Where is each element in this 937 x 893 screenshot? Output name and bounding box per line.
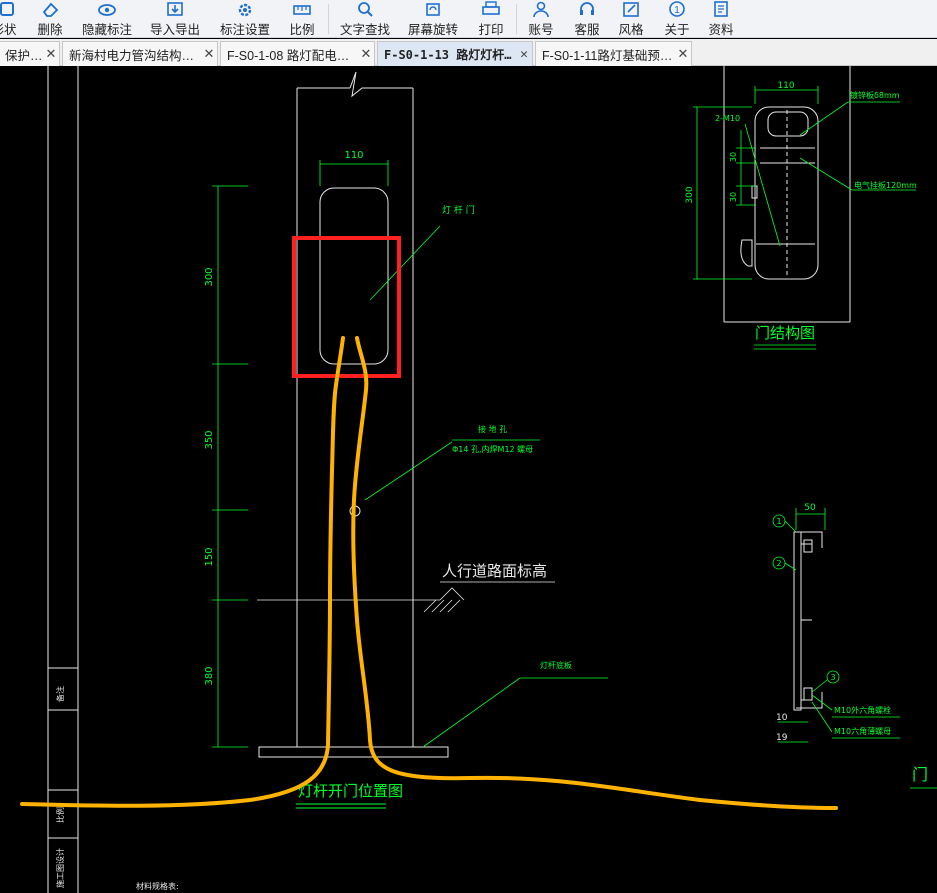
door-detail-text: 110 300 2-M10 30 30 镀锌板δ8mm 电气挂板120mm 门结…: [685, 81, 917, 342]
svg-text:接 地 孔: 接 地 孔: [478, 424, 507, 434]
door-detail-dimensions: [693, 86, 916, 350]
eraser-icon: [41, 0, 59, 17]
customer-service-button[interactable]: 客服: [572, 0, 602, 38]
svg-text:备注: 备注: [55, 686, 65, 702]
sidewalk-elevation-label: 人行道路面标高: [442, 562, 547, 580]
user-icon: [532, 0, 550, 17]
svg-text:3: 3: [830, 673, 835, 682]
svg-text:镀锌板δ8mm: 镀锌板δ8mm: [850, 90, 900, 100]
marker-stroke-right: [351, 336, 838, 810]
about-button[interactable]: 1 关于: [662, 0, 692, 38]
import-export-button[interactable]: 导入导出: [150, 0, 200, 38]
docs-icon: [712, 0, 730, 17]
info-icon: 1: [668, 0, 686, 17]
close-icon[interactable]: ✕: [43, 46, 59, 62]
drawing-canvas[interactable]: 备注 比例 施工图设计 110 300 350 150 380 灯 杆 门 接 …: [0, 66, 937, 893]
door-section-detail: [793, 531, 823, 711]
svg-text:门: 门: [912, 765, 928, 784]
svg-text:1: 1: [674, 5, 680, 16]
account-button[interactable]: 账号: [526, 0, 556, 38]
tab-lamp-pole[interactable]: F-S0-1-13 路灯灯杆… ✕: [377, 41, 533, 66]
close-icon[interactable]: ✕: [201, 46, 217, 62]
svg-text:2: 2: [776, 559, 781, 568]
tab-protection[interactable]: 保护… ✕: [0, 41, 60, 66]
text-search-button[interactable]: 文字查找: [340, 0, 390, 38]
svg-text:300: 300: [685, 186, 695, 203]
svg-text:110: 110: [344, 150, 363, 161]
svg-text:2-M10: 2-M10: [715, 114, 740, 123]
delete-button[interactable]: 删除: [36, 0, 64, 38]
svg-text:350: 350: [204, 430, 215, 449]
tab-trench-structure[interactable]: 新海村电力管沟结构… ✕: [62, 41, 218, 66]
main-dimensions: [212, 160, 608, 748]
close-icon[interactable]: ✕: [358, 46, 374, 62]
toolbar-separator: [516, 4, 517, 34]
svg-text:Φ14 孔,内焊M12 螺母: Φ14 孔,内焊M12 螺母: [452, 444, 533, 454]
svg-text:1: 1: [776, 517, 781, 526]
text-search-icon: [356, 0, 374, 17]
highlight-box: [292, 236, 401, 378]
scale-button[interactable]: 比例: [288, 0, 316, 38]
printer-icon: [482, 0, 500, 17]
material-spec-label: 材料规格表:: [136, 881, 179, 891]
svg-text:30: 30: [729, 192, 738, 202]
close-icon[interactable]: ✕: [516, 47, 532, 62]
import-export-icon: [166, 0, 184, 17]
svg-text:灯杆底板: 灯杆底板: [540, 660, 572, 670]
shape-button[interactable]: 形状: [0, 0, 20, 38]
svg-text:150: 150: [204, 547, 215, 566]
drawing-frame: [47, 66, 79, 893]
svg-text:灯 杆 门: 灯 杆 门: [442, 204, 475, 216]
title-block-text: 备注 比例 施工图设计: [55, 686, 65, 888]
rotate-icon: [424, 0, 442, 17]
svg-text:电气挂板120mm: 电气挂板120mm: [854, 180, 917, 190]
document-tabbar: 保护… ✕ 新海村电力管沟结构… ✕ F-S0-1-08 路灯配电… ✕ F-S…: [0, 39, 937, 66]
ruler-icon: [293, 0, 311, 17]
materials-button[interactable]: 资料: [706, 0, 736, 38]
pole-door-position-title: 灯杆开门位置图: [298, 782, 403, 800]
tab-lamp-foundation[interactable]: F-S0-1-11路灯基础预… ✕: [535, 41, 692, 66]
svg-text:380: 380: [204, 666, 215, 685]
svg-text:M10外六角螺栓: M10外六角螺栓: [834, 705, 891, 715]
annotation-settings-button[interactable]: 标注设置: [220, 0, 270, 38]
print-button[interactable]: 打印: [476, 0, 506, 38]
style-icon: [622, 0, 640, 17]
cad-drawing: 备注 比例 施工图设计 110 300 350 150 380 灯 杆 门 接 …: [20, 66, 937, 893]
style-button[interactable]: 风格: [616, 0, 646, 38]
hide-annotations-button[interactable]: 隐藏标注: [82, 0, 132, 38]
svg-text:比例: 比例: [55, 807, 65, 823]
tab-lamp-distribution[interactable]: F-S0-1-08 路灯配电… ✕: [220, 41, 375, 66]
lamp-pole-outline: [258, 71, 449, 758]
svg-text:110: 110: [777, 81, 794, 91]
svg-text:门结构图: 门结构图: [755, 324, 815, 342]
svg-text:50: 50: [804, 503, 816, 513]
svg-text:19: 19: [776, 733, 788, 743]
svg-text:300: 300: [204, 267, 215, 286]
svg-text:10: 10: [776, 713, 788, 723]
marker-stroke-left: [20, 336, 345, 808]
settings-icon: [236, 0, 254, 17]
toolbar-separator: [328, 4, 329, 34]
main-toolbar: 形状 删除 隐藏标注 导入导出 标注设置 比例 文字查找 屏幕旋转 打印 账号 …: [0, 0, 937, 38]
svg-text:施工图设计: 施工图设计: [55, 848, 65, 888]
screen-rotate-button[interactable]: 屏幕旋转: [408, 0, 458, 38]
door-structure-detail: [723, 66, 851, 323]
svg-text:M10六角薄螺母: M10六角薄螺母: [834, 726, 891, 736]
headset-icon: [578, 0, 596, 17]
shape-icon: [0, 0, 15, 17]
svg-text:30: 30: [729, 152, 738, 162]
eye-icon: [97, 0, 117, 17]
close-icon[interactable]: ✕: [675, 46, 691, 62]
